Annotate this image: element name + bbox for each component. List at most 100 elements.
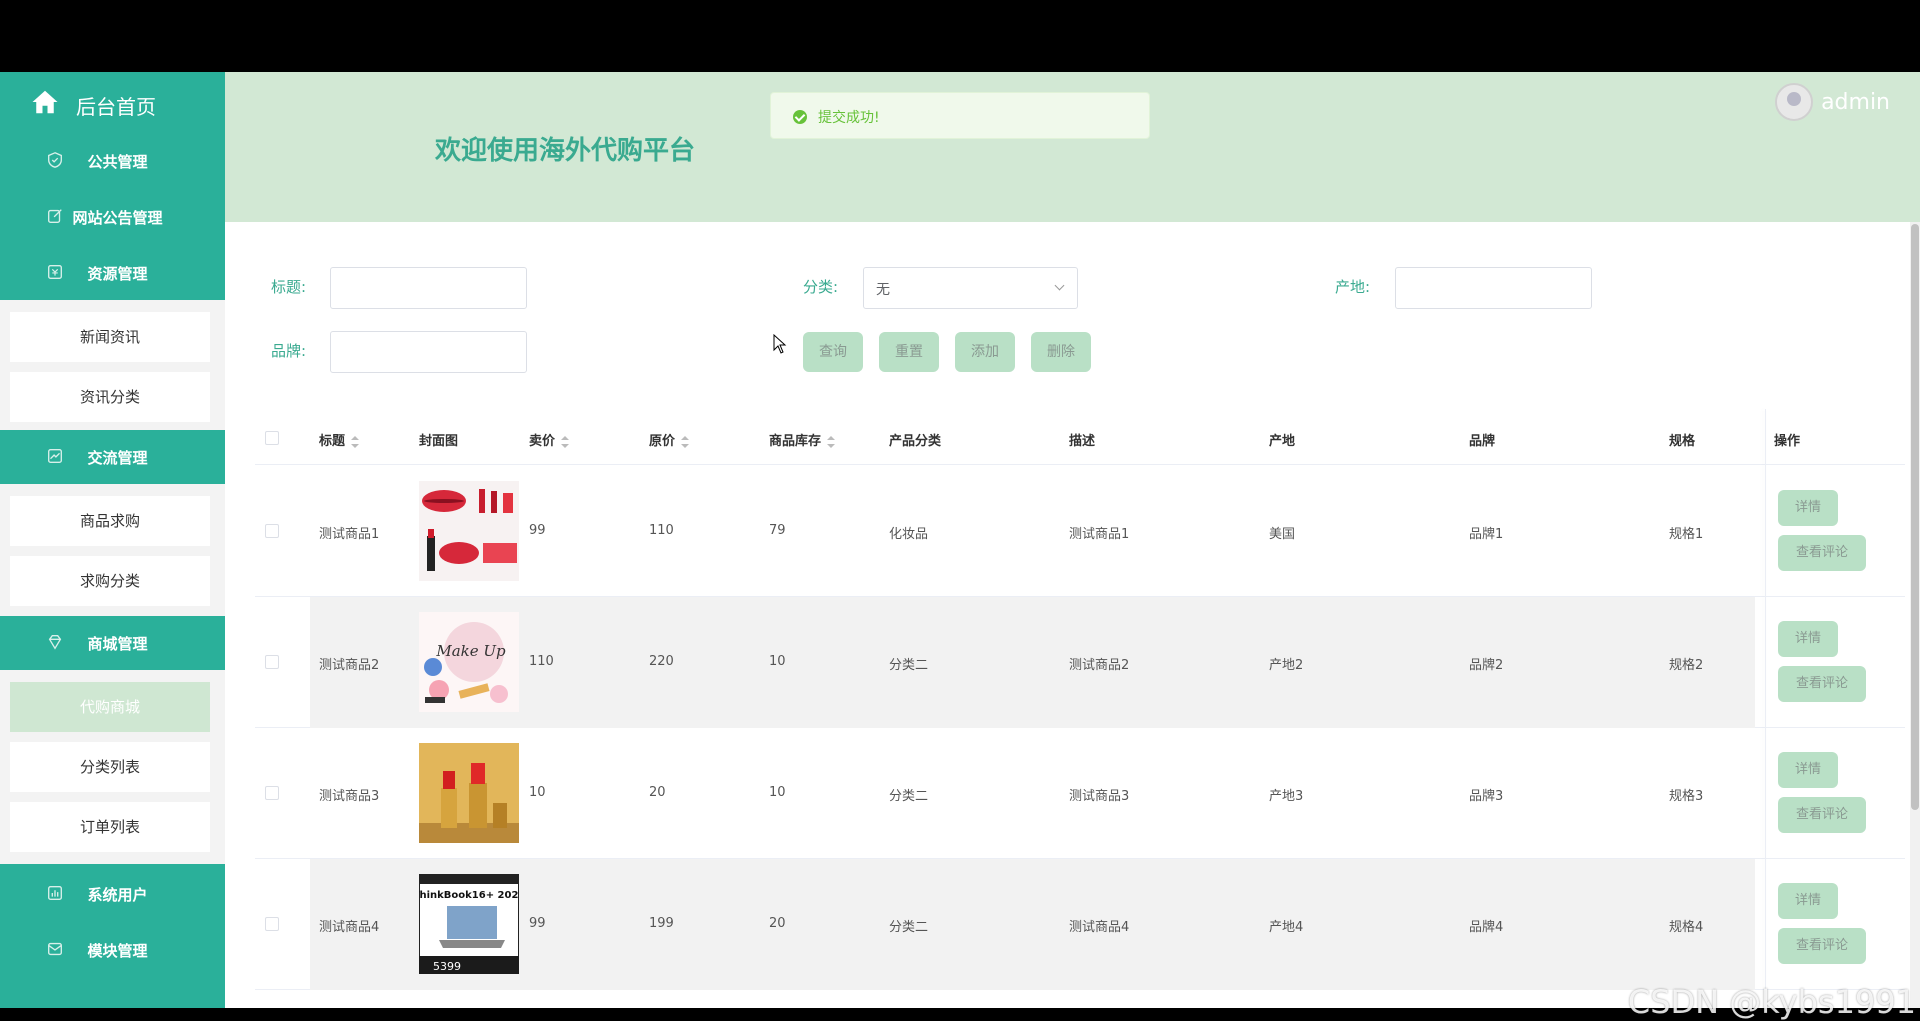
table-row: 测试商品3 10 20 10 分类二 测试商品3 产地3 品牌3 规格3 详情 … <box>255 728 1905 859</box>
sidebar-item-purchase[interactable]: 商品求购 <box>10 496 210 546</box>
cell-original-price: 20 <box>649 785 666 800</box>
cell-brand: 品牌3 <box>1469 789 1504 804</box>
cell-description: 测试商品2 <box>1069 658 1130 673</box>
sidebar: 后台首页 公共管理 网站公告管理 资源管理 新闻资讯 资讯分类 交流管理 商品求… <box>0 72 225 1008</box>
cell-stock: 10 <box>769 785 786 800</box>
scrollbar-thumb[interactable] <box>1911 224 1919 810</box>
row-checkbox[interactable] <box>265 524 279 538</box>
cell-original-price: 220 <box>649 654 674 669</box>
chevron-down-icon <box>1054 280 1065 291</box>
cell-brand: 品牌2 <box>1469 658 1504 673</box>
sidebar-group-notice[interactable]: 网站公告管理 <box>0 190 225 244</box>
column-header: 描述 <box>1069 434 1096 449</box>
cell-brand: 品牌1 <box>1469 527 1504 542</box>
column-header[interactable]: 原价 <box>649 430 690 449</box>
cell-origin: 产地3 <box>1269 789 1304 804</box>
cell-title: 测试商品3 <box>319 789 380 804</box>
user-menu[interactable]: admin <box>1775 82 1890 122</box>
category-select[interactable]: 无 <box>863 267 1078 309</box>
product-image <box>419 481 519 581</box>
cell-price: 10 <box>529 785 546 800</box>
detail-button[interactable]: 详情 <box>1778 490 1838 526</box>
cell-description: 测试商品1 <box>1069 527 1130 542</box>
cell-price: 99 <box>529 916 546 931</box>
sidebar-item-news-category[interactable]: 资讯分类 <box>10 372 210 422</box>
sidebar-group-mall[interactable]: 商城管理 <box>0 616 225 670</box>
view-comments-button[interactable]: 查看评论 <box>1778 666 1866 702</box>
cell-origin: 美国 <box>1269 527 1296 542</box>
cell-stock: 79 <box>769 523 786 538</box>
select-all-checkbox[interactable] <box>265 431 279 445</box>
table-row: 测试商品4 ThinkBook16+ 2022 5399 99 199 20 分… <box>255 859 1905 990</box>
detail-button[interactable]: 详情 <box>1778 752 1838 788</box>
main-header: 欢迎使用海外代购平台 提交成功! admin <box>225 72 1920 222</box>
sidebar-group-public[interactable]: 公共管理 <box>0 134 225 188</box>
add-button[interactable]: 添加 <box>955 332 1015 372</box>
cell-spec: 规格4 <box>1669 920 1704 935</box>
column-header[interactable]: 卖价 <box>529 430 570 449</box>
sidebar-item-order-list[interactable]: 订单列表 <box>10 802 210 852</box>
product-table: 标题 封面图 卖价 原价 商品库存 产品分类 描述 产地 品牌 规格 操作 测试… <box>255 409 1905 1008</box>
cell-brand: 品牌4 <box>1469 920 1504 935</box>
row-checkbox[interactable] <box>265 786 279 800</box>
category-select-value: 无 <box>876 282 890 298</box>
mouse-cursor-icon <box>773 334 787 354</box>
title-filter-input[interactable] <box>330 267 527 309</box>
detail-button[interactable]: 详情 <box>1778 621 1838 657</box>
detail-button[interactable]: 详情 <box>1778 883 1838 919</box>
row-checkbox[interactable] <box>265 655 279 669</box>
product-image: Make Up <box>419 612 519 712</box>
view-comments-button[interactable]: 查看评论 <box>1778 928 1866 964</box>
home-icon <box>32 90 58 114</box>
sidebar-group-label: 模块管理 <box>87 942 148 960</box>
cell-category: 化妆品 <box>889 527 929 542</box>
cell-price: 99 <box>529 523 546 538</box>
sidebar-submenu-resource: 新闻资讯 资讯分类 <box>0 300 225 430</box>
table-header: 标题 封面图 卖价 原价 商品库存 产品分类 描述 产地 品牌 规格 操作 <box>255 409 1905 465</box>
reset-button[interactable]: 重置 <box>879 332 939 372</box>
sidebar-home[interactable]: 后台首页 <box>0 72 225 134</box>
sidebar-group-exchange[interactable]: 交流管理 <box>0 430 225 484</box>
sort-icon[interactable] <box>351 435 360 448</box>
sidebar-group-label: 商城管理 <box>87 635 148 653</box>
sidebar-group-resource[interactable]: 资源管理 <box>0 246 225 300</box>
search-button[interactable]: 查询 <box>803 332 863 372</box>
origin-filter-input[interactable] <box>1395 267 1592 309</box>
view-comments-button[interactable]: 查看评论 <box>1778 797 1866 833</box>
column-header: 操作 <box>1774 434 1801 449</box>
cell-category: 分类二 <box>889 789 929 804</box>
column-header: 封面图 <box>419 434 459 449</box>
sidebar-group-label: 公共管理 <box>87 153 148 171</box>
svg-text:5399: 5399 <box>433 960 461 973</box>
watermark: CSDN @kybs1991 <box>1627 983 1916 1021</box>
avatar <box>1775 83 1814 121</box>
title-filter-label: 标题: <box>271 278 307 296</box>
sidebar-group-users[interactable]: 系统用户 <box>0 867 225 921</box>
sidebar-group-module[interactable]: 模块管理 <box>0 923 225 977</box>
sort-icon[interactable] <box>827 435 836 448</box>
row-checkbox[interactable] <box>265 917 279 931</box>
column-header: 品牌 <box>1469 434 1496 449</box>
sidebar-item-mall[interactable]: 代购商城 <box>10 682 210 732</box>
cell-stock: 20 <box>769 916 786 931</box>
sidebar-group-label: 网站公告管理 <box>72 209 163 227</box>
page-title: 欢迎使用海外代购平台 <box>435 136 696 166</box>
sidebar-submenu-mall: 代购商城 分类列表 订单列表 <box>0 670 225 864</box>
sidebar-group-label: 交流管理 <box>87 449 148 467</box>
username: admin <box>1821 89 1890 115</box>
view-comments-button[interactable]: 查看评论 <box>1778 535 1866 571</box>
product-image <box>419 743 519 843</box>
sidebar-item-category-list[interactable]: 分类列表 <box>10 742 210 792</box>
brand-filter-input[interactable] <box>330 331 527 373</box>
sort-icon[interactable] <box>561 435 570 448</box>
delete-button[interactable]: 删除 <box>1031 332 1091 372</box>
sidebar-item-news[interactable]: 新闻资讯 <box>10 312 210 362</box>
column-header[interactable]: 商品库存 <box>769 430 836 449</box>
sidebar-group-label: 资源管理 <box>87 265 148 283</box>
sidebar-submenu-exchange: 商品求购 求购分类 <box>0 484 225 616</box>
brand-filter-label: 品牌: <box>271 342 307 360</box>
column-header[interactable]: 标题 <box>319 430 360 449</box>
sort-icon[interactable] <box>681 435 690 448</box>
category-filter-label: 分类: <box>803 278 839 296</box>
sidebar-item-purchase-category[interactable]: 求购分类 <box>10 556 210 606</box>
